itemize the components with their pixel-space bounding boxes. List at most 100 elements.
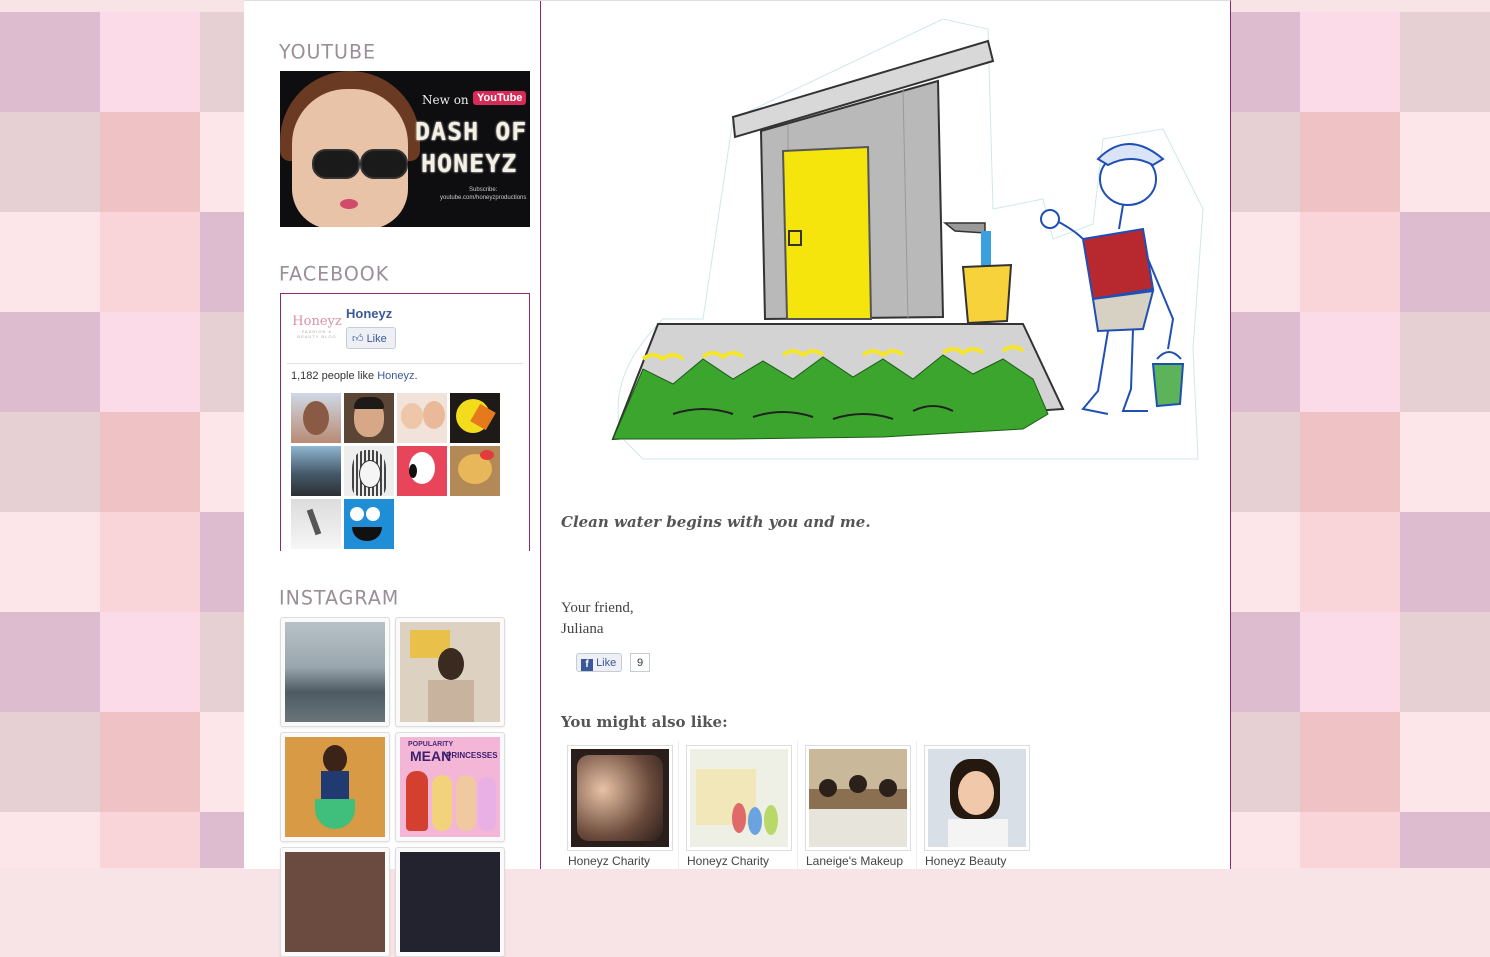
related-post-thumbnail[interactable] (567, 745, 673, 851)
fan-avatar[interactable] (450, 446, 500, 496)
related-posts-title: You might also like: (561, 713, 728, 731)
checker-cell (100, 12, 200, 112)
post-caption: Clean water begins with you and me. (561, 513, 871, 531)
checker-cell (100, 312, 200, 412)
fan-avatar[interactable] (291, 393, 341, 443)
checker-cell (1300, 412, 1400, 512)
divider (797, 741, 798, 869)
checker-cell (0, 512, 100, 612)
fan-count-text: 1,182 people like (291, 370, 378, 382)
facebook-widget-title: FACEBOOK (279, 262, 390, 286)
related-post-thumbnail[interactable] (805, 745, 911, 851)
instagram-photo[interactable]: POPULARITY MEAN PRINCESSES (395, 732, 505, 842)
checker-cell (1300, 812, 1400, 868)
checker-cell (100, 412, 200, 512)
fan-avatar[interactable] (291, 446, 341, 496)
post-signoff: Your friend, Juliana (561, 598, 634, 640)
clean-water-illustration (611, 19, 1204, 460)
checker-cell (1400, 712, 1490, 812)
post-like-label: Like (596, 657, 617, 669)
thumbs-up-icon: 👍︎ (352, 333, 364, 345)
divider (287, 363, 523, 364)
photo-mean-princesses: POPULARITY MEAN PRINCESSES (400, 737, 500, 837)
poster-text-popularity: POPULARITY (408, 741, 454, 748)
facebook-like-button[interactable]: 👍︎ Like (346, 327, 396, 349)
fan-avatar[interactable] (397, 446, 447, 496)
facebook-page-name[interactable]: Honeyz (346, 306, 392, 321)
photo-partial (400, 852, 500, 952)
fan-count-suffix: . (414, 370, 418, 382)
checker-cell (1400, 312, 1490, 412)
signoff-greeting: Your friend, (561, 600, 634, 616)
checker-cell (1400, 212, 1490, 312)
related-post-thumbnail[interactable] (924, 745, 1030, 851)
youtube-banner[interactable]: New on YouTube DASH OF HONEYZ Subscribe:… (280, 71, 530, 227)
banner-subscribe-label: Subscribe: (469, 187, 498, 193)
instagram-photo[interactable] (395, 617, 505, 727)
divider (916, 741, 917, 869)
banner-subscribe: Subscribe: youtube.com/honeyzproductions (440, 186, 526, 202)
checker-cell (0, 812, 100, 868)
fan-avatar[interactable] (344, 499, 394, 549)
instagram-photo[interactable] (280, 617, 390, 727)
signoff-name: Juliana (561, 621, 604, 637)
related-post-title[interactable]: Honeyz Beauty (925, 854, 1006, 868)
banner-new-on: New on (422, 93, 469, 107)
checker-cell (0, 412, 100, 512)
photo-woman-indoors (400, 622, 500, 722)
banner-title-line2: HONEYZ (421, 149, 518, 178)
checker-cell (1400, 512, 1490, 612)
checker-cell (0, 212, 100, 312)
related-post-title[interactable]: Honeyz Charity (687, 854, 769, 868)
related-post-title[interactable]: Honeyz Charity (568, 854, 650, 868)
checker-cell (1300, 212, 1400, 312)
instagram-photo[interactable] (280, 732, 390, 842)
instagram-widget-title: INSTAGRAM (279, 586, 400, 610)
checker-cell (1300, 512, 1400, 612)
checker-cell (100, 612, 200, 712)
fan-avatar[interactable] (450, 393, 500, 443)
post-like-button[interactable]: f Like (576, 653, 622, 672)
sidebar: YOUTUBE New on YouTube DASH OF HONEYZ Su… (244, 1, 541, 957)
like-button-label: Like (366, 333, 387, 345)
banner-channel-url: youtube.com/honeyzproductions (440, 195, 527, 201)
youtube-logo-icon: YouTube (473, 91, 527, 105)
divider (678, 741, 679, 869)
fan-avatar[interactable] (291, 499, 341, 549)
youtube-widget-title: YOUTUBE (279, 40, 376, 64)
checker-cell (1300, 712, 1400, 812)
fan-avatar[interactable] (344, 446, 394, 496)
photo-woman-green-skirt (285, 737, 385, 837)
checker-cell (1300, 12, 1400, 112)
blog-page: YOUTUBE New on YouTube DASH OF HONEYZ Su… (244, 0, 1231, 957)
checker-cell (100, 812, 200, 868)
page-logo-text: Honeyz (292, 314, 342, 329)
checker-cell (100, 112, 200, 212)
checker-cell (1400, 112, 1490, 212)
portrait-lips (340, 199, 358, 209)
related-post-thumbnail[interactable] (686, 745, 792, 851)
fan-avatar[interactable] (397, 393, 447, 443)
checker-cell (0, 312, 100, 412)
checker-cell (1400, 412, 1490, 512)
checker-cell (100, 712, 200, 812)
sunglasses-left (312, 149, 360, 179)
post-like-count: 9 (630, 653, 650, 672)
checker-cell (1400, 12, 1490, 112)
checker-cell (1400, 812, 1490, 868)
fan-count-page-link[interactable]: Honeyz (377, 370, 414, 382)
checker-cell (1300, 112, 1400, 212)
photo-city-skyline (285, 622, 385, 722)
checker-cell (0, 12, 100, 112)
page-logo-tagline: FASHION & BEAUTY BLOG (297, 329, 337, 339)
fan-avatar[interactable] (344, 393, 394, 443)
instagram-photo[interactable] (280, 847, 390, 957)
photo-partial (285, 852, 385, 952)
related-post-title[interactable]: Laneige's Makeup (806, 854, 903, 868)
checker-cell (100, 212, 200, 312)
sunglasses-right (360, 149, 408, 179)
instagram-photo[interactable] (395, 847, 505, 957)
poster-text-princesses: PRINCESSES (446, 751, 498, 760)
facebook-like-box: Honeyz FASHION & BEAUTY BLOG Honeyz 👍︎ L… (280, 293, 530, 551)
honeyz-page-logo[interactable]: Honeyz FASHION & BEAUTY BLOG (291, 314, 343, 344)
